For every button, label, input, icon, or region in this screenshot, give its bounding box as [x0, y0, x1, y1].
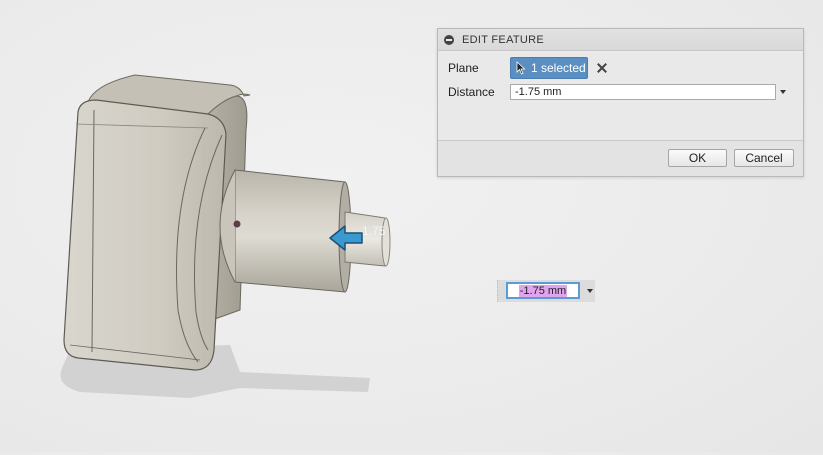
model-boss-cylinder: [234, 169, 346, 293]
minus-circle-icon[interactable]: [444, 34, 454, 45]
floating-distance-input: -1.75 mm: [497, 280, 595, 302]
ok-button[interactable]: OK: [668, 149, 727, 167]
cursor-arrow-icon: [516, 61, 526, 75]
cancel-button[interactable]: Cancel: [734, 149, 794, 167]
close-icon[interactable]: [597, 63, 607, 73]
distance-label: Distance: [448, 85, 495, 99]
chevron-down-icon[interactable]: [587, 289, 593, 293]
dialog-title: EDIT FEATURE: [462, 33, 545, 46]
dialog-footer: OK Cancel: [438, 140, 803, 176]
distance-row: Distance: [448, 83, 786, 101]
plane-selection-text: 1 selected: [531, 61, 586, 75]
chevron-down-icon[interactable]: [780, 90, 786, 94]
distance-input[interactable]: [510, 84, 776, 100]
model-front-face: [63, 99, 227, 371]
manipulator-value: 1.75: [362, 224, 386, 238]
plane-selection-button[interactable]: 1 selected: [510, 57, 588, 79]
plane-label: Plane: [448, 61, 479, 75]
plane-row: Plane 1 selected: [448, 57, 607, 79]
dialog-header[interactable]: EDIT FEATURE: [438, 29, 803, 51]
floating-input-field[interactable]: -1.75 mm: [506, 282, 580, 299]
edit-feature-dialog: EDIT FEATURE Plane 1 selected Distance O…: [437, 28, 804, 177]
floating-input-value: -1.75 mm: [518, 284, 568, 297]
